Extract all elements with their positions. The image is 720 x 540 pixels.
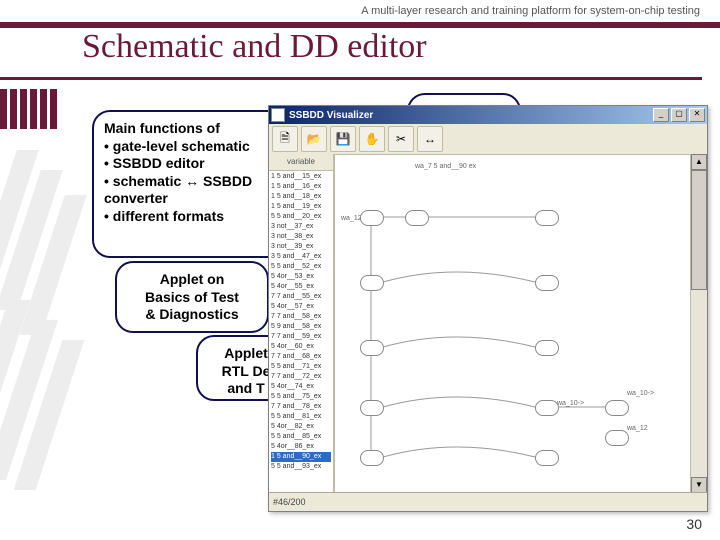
save-icon[interactable]: 💾 bbox=[330, 126, 356, 152]
page-title: Schematic and DD editor bbox=[82, 28, 427, 66]
list-item[interactable]: 5 5 and__20_ex bbox=[271, 212, 331, 222]
list-item[interactable]: 7 7 and__55_ex bbox=[271, 292, 331, 302]
cut-icon[interactable]: ✂ bbox=[388, 126, 414, 152]
list-item[interactable]: 5 4or__74_ex bbox=[271, 382, 331, 392]
list-item[interactable]: 7 7 and__59_ex bbox=[271, 332, 331, 342]
list-item[interactable]: 5 5 and__52_ex bbox=[271, 262, 331, 272]
minimize-button[interactable]: _ bbox=[653, 108, 669, 122]
list-item[interactable]: 7 7 and__68_ex bbox=[271, 352, 331, 362]
hand-icon[interactable]: ✋ bbox=[359, 126, 385, 152]
doc-icon[interactable]: 🗎 bbox=[272, 126, 298, 152]
list-item[interactable]: 5 4or__86_ex bbox=[271, 442, 331, 452]
list-item[interactable]: 3 not__39_ex bbox=[271, 242, 331, 252]
window-toolbar: 🗎 📂 💾 ✋ ✂ ↔ bbox=[269, 124, 707, 155]
window-title-text: SSBDD Visualizer bbox=[289, 110, 653, 121]
window-body: variable 1 5 and__15_ex1 5 and__16_ex1 5… bbox=[269, 154, 707, 493]
side-list[interactable]: 1 5 and__15_ex1 5 and__16_ex1 5 and__18_… bbox=[269, 171, 333, 493]
main-functions-bullet: • different formats bbox=[104, 208, 294, 226]
list-item[interactable]: 3 5 and__47_ex bbox=[271, 252, 331, 262]
list-item[interactable]: 7 7 and__72_ex bbox=[271, 372, 331, 382]
list-item[interactable]: 7 7 and__78_ex bbox=[271, 402, 331, 412]
side-tab[interactable]: variable bbox=[269, 154, 333, 171]
window-app-icon bbox=[271, 108, 285, 122]
open-icon[interactable]: 📂 bbox=[301, 126, 327, 152]
list-item[interactable]: 3 not__37_ex bbox=[271, 222, 331, 232]
applet-basics-line: & Diagnostics bbox=[127, 306, 257, 324]
list-item[interactable]: 1 5 and__90_ex bbox=[271, 452, 331, 462]
list-item[interactable]: 1 5 and__16_ex bbox=[271, 182, 331, 192]
status-bar: #46/200 bbox=[269, 492, 707, 511]
scroll-down-button[interactable]: ▼ bbox=[691, 477, 707, 493]
window-titlebar[interactable]: SSBDD Visualizer _ ▢ ✕ bbox=[269, 106, 707, 124]
scroll-thumb[interactable] bbox=[691, 170, 707, 290]
diagram-canvas[interactable]: wa_7 5 and__90 ex wa_12 wa_10-> wa_10-> … bbox=[334, 154, 691, 493]
list-item[interactable]: 5 5 and__81_ex bbox=[271, 412, 331, 422]
list-item[interactable]: 5 5 and__75_ex bbox=[271, 392, 331, 402]
side-panel: variable 1 5 and__15_ex1 5 and__16_ex1 5… bbox=[269, 154, 334, 493]
slide: A multi-layer research and training plat… bbox=[0, 0, 720, 540]
list-item[interactable]: 5 4or__60_ex bbox=[271, 342, 331, 352]
maximize-button[interactable]: ▢ bbox=[671, 108, 687, 122]
list-item[interactable]: 5 4or__57_ex bbox=[271, 302, 331, 312]
list-item[interactable]: 1 5 and__18_ex bbox=[271, 192, 331, 202]
window-control-buttons: _ ▢ ✕ bbox=[653, 108, 705, 122]
ssbdd-window: SSBDD Visualizer _ ▢ ✕ 🗎 📂 💾 ✋ ✂ ↔ varia… bbox=[268, 105, 708, 512]
vertical-scrollbar[interactable]: ▲ ▼ bbox=[691, 154, 707, 493]
applet-basics-callout: Applet on Basics of Test & Diagnostics bbox=[115, 261, 269, 333]
header-subtitle: A multi-layer research and training plat… bbox=[0, 0, 720, 22]
list-item[interactable]: 7 7 and__58_ex bbox=[271, 312, 331, 322]
list-item[interactable]: 5 5 and__93_ex bbox=[271, 462, 331, 472]
list-item[interactable]: 5 5 and__71_ex bbox=[271, 362, 331, 372]
close-button[interactable]: ✕ bbox=[689, 108, 705, 122]
list-item[interactable]: 5 9 and__58_ex bbox=[271, 322, 331, 332]
main-functions-heading: Main functions of bbox=[104, 120, 294, 138]
link-icon[interactable]: ↔ bbox=[417, 126, 443, 152]
list-item[interactable]: 5 4or__55_ex bbox=[271, 282, 331, 292]
list-item[interactable]: 1 5 and__19_ex bbox=[271, 202, 331, 212]
scroll-up-button[interactable]: ▲ bbox=[691, 154, 707, 170]
main-functions-bullet: converter bbox=[104, 190, 294, 208]
logo bbox=[0, 87, 66, 133]
applet-basics-line: Basics of Test bbox=[127, 289, 257, 307]
main-functions-bullet: • schematic ↔ SSBDD bbox=[104, 173, 294, 191]
list-item[interactable]: 5 4or__53_ex bbox=[271, 272, 331, 282]
main-functions-bullet: • SSBDD editor bbox=[104, 155, 294, 173]
main-functions-bullet: • gate-level schematic bbox=[104, 138, 294, 156]
page-number: 30 bbox=[686, 516, 702, 532]
list-item[interactable]: 5 5 and__85_ex bbox=[271, 432, 331, 442]
graph-edges bbox=[335, 155, 690, 492]
list-item[interactable]: 1 5 and__15_ex bbox=[271, 172, 331, 182]
applet-basics-line: Applet on bbox=[127, 271, 257, 289]
divider-under-title bbox=[0, 77, 702, 80]
list-item[interactable]: 3 not__38_ex bbox=[271, 232, 331, 242]
list-item[interactable]: 5 4or__82_ex bbox=[271, 422, 331, 432]
